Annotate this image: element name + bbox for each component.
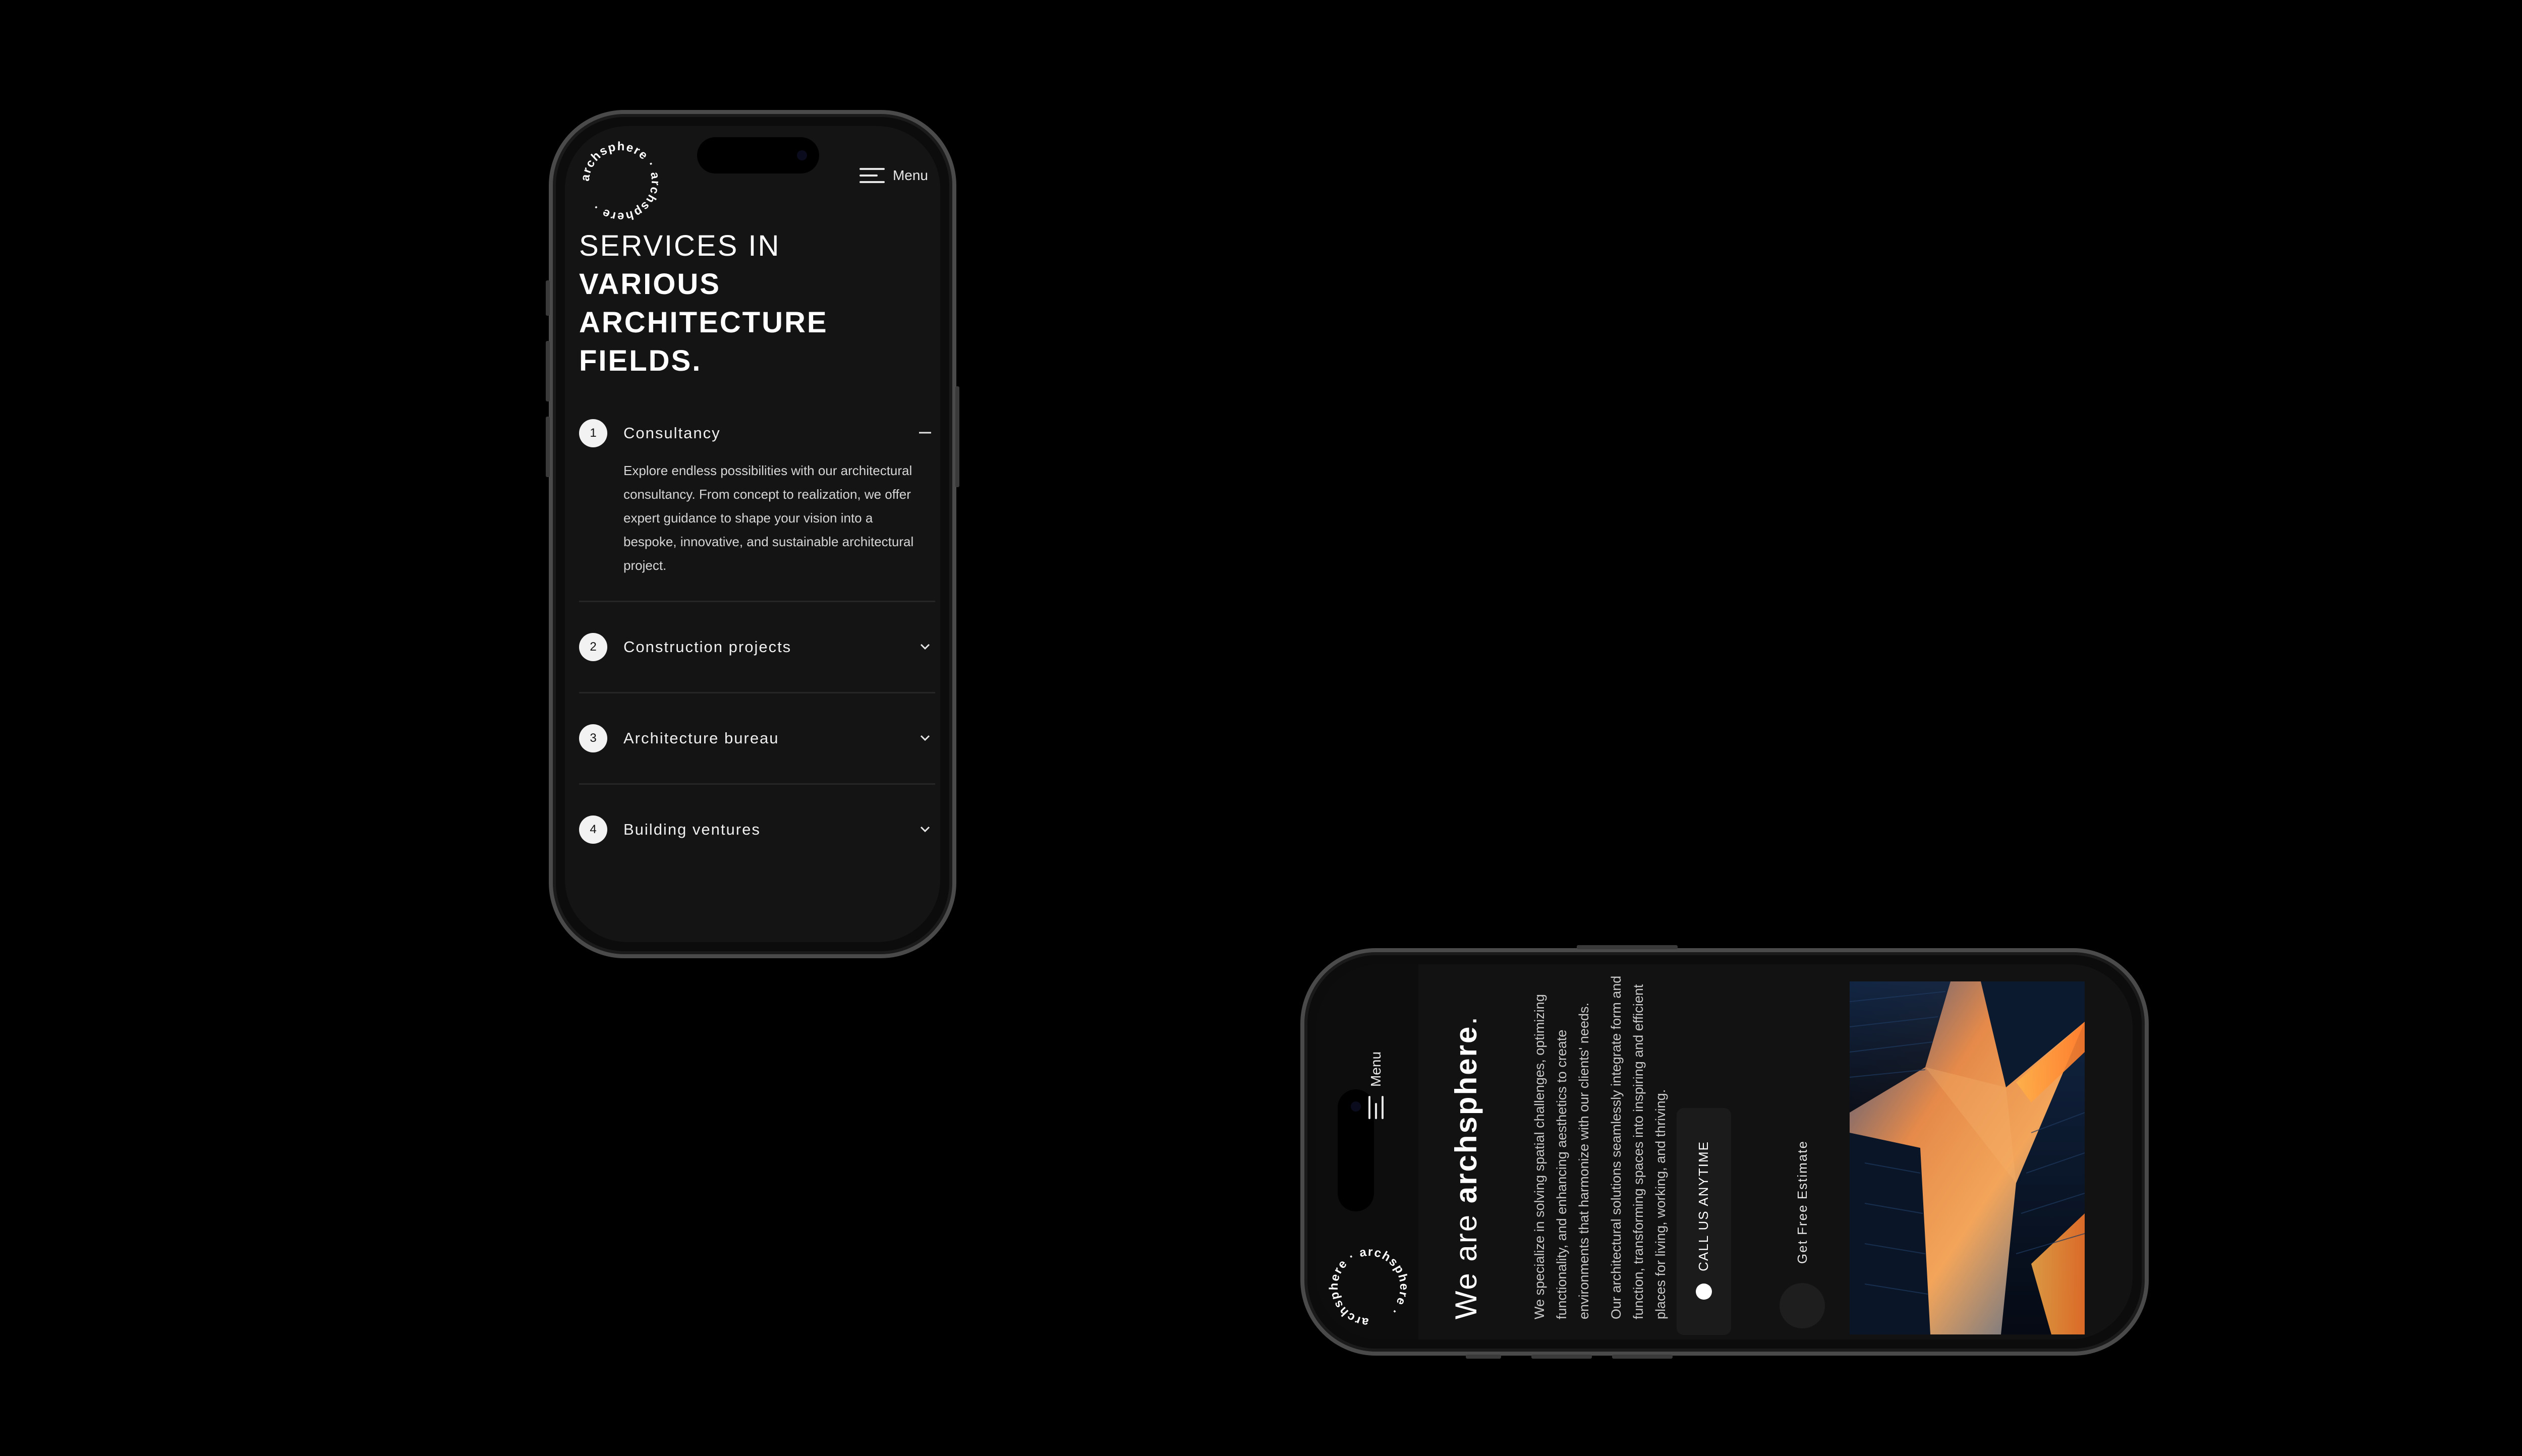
accordion-title: Construction projects — [623, 638, 792, 656]
accordion-title: Building ventures — [623, 821, 761, 838]
volume-up-button — [546, 341, 550, 401]
volume-down-button — [1612, 1355, 1673, 1359]
archsphere-logo[interactable]: archsphere · archsphere · — [1324, 1242, 1414, 1332]
landscape-screen: Menu archsphere · archsphere · We are ar… — [1316, 964, 2133, 1339]
item-number-badge: 3 — [579, 724, 607, 752]
volume-down-button — [546, 417, 550, 477]
landscape-phone: Menu archsphere · archsphere · We are ar… — [1300, 945, 2149, 1359]
intro-paragraph-1: We specialize in solving spatial challen… — [1532, 994, 1591, 1319]
accordion-header[interactable]: 2 Construction projects — [579, 626, 935, 668]
svg-text:archsphere · archsphere ·: archsphere · archsphere · — [1327, 1245, 1411, 1329]
chevron-down-icon[interactable] — [917, 821, 933, 837]
svg-text:archsphere · archsphere ·: archsphere · archsphere · — [579, 140, 663, 223]
headline-line-3: ARCHITECTURE — [579, 306, 828, 339]
call-us-label: CALL US ANYTIME — [1696, 1141, 1711, 1271]
minus-icon[interactable] — [917, 425, 933, 441]
accordion-header[interactable]: 4 Building ventures — [579, 809, 935, 850]
chevron-down-icon[interactable] — [917, 730, 933, 746]
item-number-badge: 1 — [579, 419, 607, 447]
services-accordion: 1 Consultancy Explore endless possibilit… — [579, 413, 935, 850]
hamburger-icon — [1368, 1096, 1384, 1120]
power-button — [955, 386, 959, 487]
archsphere-logo[interactable]: archsphere · archsphere · — [575, 136, 666, 227]
power-button — [1577, 945, 1678, 949]
hamburger-icon — [859, 168, 885, 183]
menu-label: Menu — [1368, 1051, 1384, 1087]
dynamic-island — [697, 137, 819, 173]
hero-title-prefix: We are — [1449, 1203, 1483, 1319]
hero-title-suffix: . — [1449, 1015, 1483, 1025]
accordion-item-consultancy: 1 Consultancy Explore endless possibilit… — [579, 413, 935, 602]
accordion-title: Architecture bureau — [623, 729, 779, 747]
menu-button[interactable]: Menu — [859, 167, 928, 184]
menu-button[interactable]: Menu — [1361, 1025, 1391, 1146]
silent-switch — [546, 280, 550, 316]
accordion-header[interactable]: 3 Architecture bureau — [579, 718, 935, 759]
chevron-down-icon[interactable] — [917, 638, 933, 655]
accordion-header[interactable]: 1 Consultancy — [579, 413, 935, 454]
hero-title-brand: archsphere — [1449, 1025, 1483, 1204]
hero-title: We are archsphere. — [1449, 1015, 1483, 1319]
side-nav: Menu archsphere · archsphere · — [1316, 964, 1418, 1339]
item-number-badge: 2 — [579, 633, 607, 661]
accordion-description: Explore endless possibilities with our a… — [623, 463, 914, 573]
status-dot-icon — [1696, 1284, 1712, 1300]
silent-switch — [1466, 1355, 1501, 1359]
accordion-item-ventures: 4 Building ventures — [579, 785, 935, 850]
headline-line-2: VARIOUS — [579, 268, 721, 301]
portrait-phone: archsphere · archsphere · Menu SERVICES … — [546, 110, 959, 958]
intro-paragraph-2: Our architectural solutions seamlessly i… — [1609, 975, 1668, 1319]
services-headline: SERVICES IN VARIOUS ARCHITECTURE FIELDS. — [579, 227, 828, 380]
get-estimate-button[interactable] — [1780, 1283, 1825, 1328]
get-estimate-label[interactable]: Get Free Estimate — [1795, 1140, 1810, 1264]
volume-up-button — [1531, 1355, 1592, 1359]
headline-line-1: SERVICES IN — [579, 229, 781, 262]
portrait-screen: archsphere · archsphere · Menu SERVICES … — [565, 126, 940, 942]
accordion-item-construction: 2 Construction projects — [579, 602, 935, 693]
accordion-title: Consultancy — [623, 424, 721, 442]
menu-label: Menu — [892, 167, 928, 183]
accordion-item-bureau: 3 Architecture bureau — [579, 693, 935, 785]
call-us-button[interactable]: CALL US ANYTIME — [1677, 1108, 1731, 1335]
headline-line-4: FIELDS. — [579, 344, 702, 377]
item-number-badge: 4 — [579, 816, 607, 844]
architecture-photo — [1850, 981, 2085, 1334]
